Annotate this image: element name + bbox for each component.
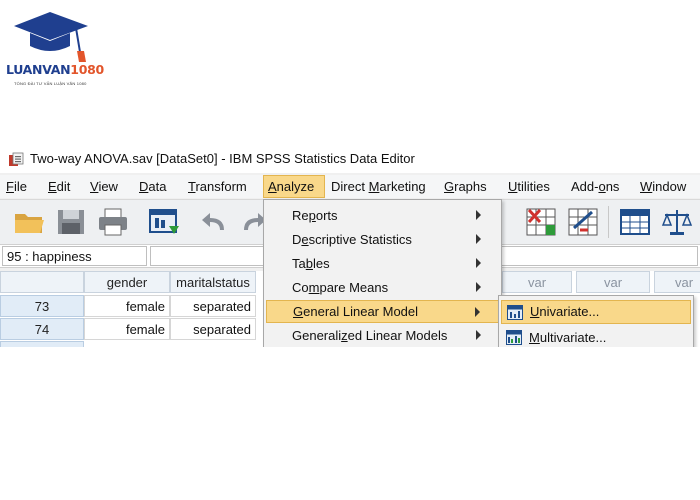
menu-item-reports[interactable]: Reports	[266, 204, 499, 227]
spss-data-editor-window: Two-way ANOVA.sav [DataSet0] - IBM SPSS …	[0, 147, 700, 347]
brand-wordmark: LUANVAN1080	[6, 62, 104, 77]
menu-item-tables[interactable]: Tables	[266, 252, 499, 275]
brand-tagline: TỔNG ĐÀI TƯ VẤN LUẬN VĂN 1080	[14, 81, 87, 86]
menu-utilities[interactable]: Utilities	[504, 175, 554, 198]
row-header[interactable]	[0, 341, 84, 347]
menu-item-compare-means[interactable]: Compare Means	[266, 276, 499, 299]
column-header-var[interactable]: var	[576, 271, 650, 293]
submenu-arrow-icon	[476, 282, 481, 292]
save-icon[interactable]	[54, 206, 88, 238]
dialog-recall-icon[interactable]	[147, 206, 181, 238]
submenu-arrow-icon	[476, 330, 481, 340]
submenu-arrow-icon	[476, 234, 481, 244]
value-labels-icon[interactable]	[618, 206, 652, 238]
menu-edit[interactable]: Edit	[44, 175, 74, 198]
select-cases-icon[interactable]	[566, 206, 600, 238]
menu-graphs[interactable]: Graphs	[440, 175, 491, 198]
column-header-var[interactable]: var	[502, 271, 572, 293]
split-file-icon[interactable]	[524, 206, 558, 238]
column-header-maritalstatus[interactable]: maritalstatus	[170, 271, 256, 293]
general-linear-model-submenu: Univariate... Multivariate...	[498, 295, 694, 347]
brand-logo: LUANVAN1080 TỔNG ĐÀI TƯ VẤN LUẬN VĂN 108…	[0, 0, 110, 100]
title-bar: Two-way ANOVA.sav [DataSet0] - IBM SPSS …	[0, 147, 700, 173]
column-header-gender[interactable]: gender	[84, 271, 170, 293]
menu-bar: File Edit View Data Transform Analyze Di…	[0, 175, 700, 198]
graduation-cap-icon	[14, 12, 88, 62]
spss-app-icon	[9, 152, 24, 166]
menu-item-multivariate[interactable]: Multivariate...	[501, 326, 691, 347]
cell-reference-field[interactable]: 95 : happiness	[2, 246, 147, 266]
menu-file[interactable]: File	[2, 175, 31, 198]
print-icon[interactable]	[96, 206, 130, 238]
table-cell[interactable]: female	[84, 318, 170, 340]
menu-item-general-linear-model[interactable]: General Linear Model	[266, 300, 499, 323]
submenu-arrow-icon	[476, 210, 481, 220]
row-header[interactable]: 74	[0, 318, 84, 340]
submenu-arrow-icon	[476, 258, 481, 268]
submenu-arrow-icon	[475, 307, 480, 317]
table-cell[interactable]: female	[84, 295, 170, 317]
grid-corner[interactable]	[0, 271, 84, 293]
menu-item-descriptive-statistics[interactable]: Descriptive Statistics	[266, 228, 499, 251]
menu-add-ons[interactable]: Add-ons	[567, 175, 623, 198]
menu-view[interactable]: View	[86, 175, 122, 198]
univariate-icon	[507, 305, 523, 320]
row-header[interactable]: 73	[0, 295, 84, 317]
menu-item-generalized-linear-models[interactable]: Generalized Linear Models	[266, 324, 499, 347]
table-cell[interactable]: separated	[170, 295, 256, 317]
menu-transform[interactable]: Transform	[184, 175, 251, 198]
analyze-menu-dropdown: Reports Descriptive Statistics Tables Co…	[263, 199, 502, 347]
menu-item-univariate[interactable]: Univariate...	[501, 300, 691, 324]
column-header-var[interactable]: var	[654, 271, 700, 293]
undo-icon[interactable]	[198, 206, 232, 238]
table-cell[interactable]: separated	[170, 318, 256, 340]
multivariate-icon	[506, 330, 522, 345]
menu-analyze[interactable]: Analyze	[263, 175, 325, 198]
toolbar-separator	[608, 206, 609, 238]
menu-data[interactable]: Data	[135, 175, 170, 198]
window-title: Two-way ANOVA.sav [DataSet0] - IBM SPSS …	[30, 151, 415, 166]
open-folder-icon[interactable]	[12, 206, 46, 238]
weight-cases-icon[interactable]	[660, 206, 694, 238]
menu-window[interactable]: Window	[636, 175, 690, 198]
menu-direct-marketing[interactable]: Direct Marketing	[327, 175, 430, 198]
